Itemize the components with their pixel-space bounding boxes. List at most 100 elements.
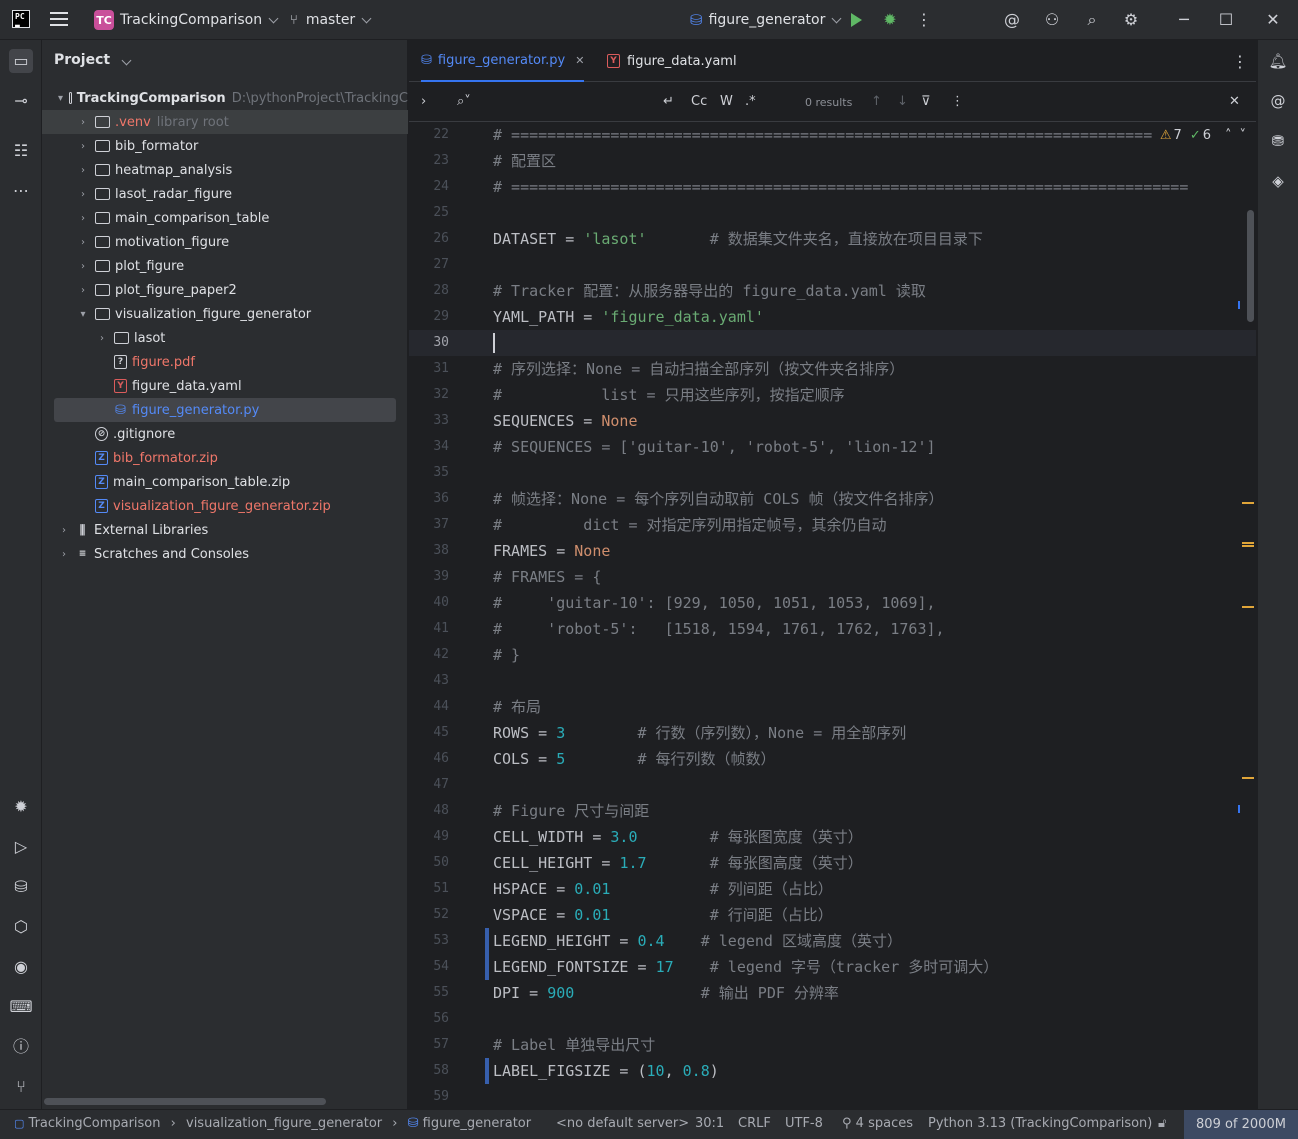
- tree-item[interactable]: ⛁ figure_generator.py: [54, 398, 396, 422]
- code-line[interactable]: HSPACE = 0.01 # 列间距（占比）: [493, 876, 1253, 902]
- code-line[interactable]: LEGEND_HEIGHT = 0.4 # legend 区域高度（英寸）: [493, 928, 1253, 954]
- code-line[interactable]: # 布局: [493, 694, 1253, 720]
- tree-item[interactable]: › bib_formator: [42, 134, 408, 158]
- breadcrumb-item[interactable]: figure_generator: [423, 1116, 531, 1131]
- code-line[interactable]: [493, 460, 1253, 486]
- chevron-right-icon[interactable]: ›: [77, 189, 89, 200]
- line-separator[interactable]: CRLF: [738, 1116, 771, 1131]
- tab-figure-data-yaml[interactable]: Y figure_data.yaml: [607, 40, 737, 82]
- line-number[interactable]: 29: [409, 304, 449, 330]
- line-number[interactable]: 47: [409, 772, 449, 798]
- close-tab-icon[interactable]: ✕: [575, 54, 584, 67]
- line-number[interactable]: 23: [409, 148, 449, 174]
- regex-button[interactable]: .*: [745, 94, 756, 109]
- chevron-right-icon[interactable]: ›: [58, 549, 70, 560]
- tree-item[interactable]: › lasot: [42, 326, 408, 350]
- run-config-selector[interactable]: ⛁ figure_generator: [690, 0, 842, 40]
- python-console-button[interactable]: ⛁: [9, 875, 33, 899]
- chevron-right-icon[interactable]: ›: [77, 261, 89, 272]
- code-line[interactable]: # 序列选择：None = 自动扫描全部序列（按文件夹名排序）: [493, 356, 1253, 382]
- line-number[interactable]: 32: [409, 382, 449, 408]
- new-line-button[interactable]: ↵: [663, 94, 674, 109]
- code-line[interactable]: # Label 单独导出尺寸: [493, 1032, 1253, 1058]
- change-marker[interactable]: [1238, 301, 1240, 309]
- tree-item[interactable]: › lasot_radar_figure: [42, 182, 408, 206]
- change-marker[interactable]: [1238, 805, 1240, 813]
- previous-occurrence-button[interactable]: ↑: [871, 94, 882, 109]
- ai-assistant-button[interactable]: @: [1002, 10, 1022, 30]
- server-selector[interactable]: <no default server>: [556, 1116, 689, 1131]
- caret-position[interactable]: 30:1: [695, 1116, 724, 1131]
- vertical-scrollbar[interactable]: [1247, 210, 1254, 322]
- more-actions-button[interactable]: ⋮: [914, 10, 934, 30]
- maximize-button[interactable]: ☐: [1216, 10, 1236, 30]
- line-number[interactable]: 50: [409, 850, 449, 876]
- line-number[interactable]: 51: [409, 876, 449, 902]
- tree-item[interactable]: ⊘ .gitignore: [42, 422, 408, 446]
- warning-marker[interactable]: [1242, 545, 1254, 547]
- chevron-right-icon[interactable]: ›: [77, 141, 89, 152]
- vcs-change-marker[interactable]: [485, 954, 489, 980]
- code-line[interactable]: [493, 668, 1253, 694]
- warning-marker[interactable]: [1242, 542, 1254, 544]
- tree-item[interactable]: › heatmap_analysis: [42, 158, 408, 182]
- debug-button[interactable]: ✹: [880, 10, 900, 30]
- chevron-right-icon[interactable]: ›: [96, 333, 108, 344]
- line-number[interactable]: 56: [409, 1006, 449, 1032]
- close-window-button[interactable]: ✕: [1263, 10, 1283, 30]
- code-line[interactable]: # 'guitar-10': [929, 1050, 1051, 1053, 1…: [493, 590, 1253, 616]
- code-line[interactable]: [493, 772, 1253, 798]
- code-line[interactable]: [493, 330, 1253, 356]
- line-number[interactable]: 25: [409, 200, 449, 226]
- next-occurrence-button[interactable]: ↓: [897, 94, 908, 109]
- chevron-down-icon[interactable]: ▾: [58, 93, 63, 104]
- breadcrumb-item[interactable]: TrackingComparison: [29, 1116, 161, 1131]
- code-line[interactable]: # dict = 对指定序列用指定帧号，其余仍自动: [493, 512, 1253, 538]
- terminal-tool-button[interactable]: ⌨: [9, 995, 33, 1019]
- expand-replace-button[interactable]: ›: [421, 94, 426, 109]
- code-line[interactable]: CELL_WIDTH = 3.0 # 每张图宽度（英寸）: [493, 824, 1253, 850]
- code-line[interactable]: [493, 200, 1253, 226]
- find-input[interactable]: ⌕˅: [457, 94, 471, 109]
- warning-marker[interactable]: [1242, 502, 1254, 504]
- line-number[interactable]: 42: [409, 642, 449, 668]
- search-everywhere-button[interactable]: ⌕: [1082, 10, 1102, 30]
- line-number[interactable]: 22: [409, 122, 449, 148]
- code-line[interactable]: # ======================================…: [493, 174, 1253, 200]
- chevron-right-icon[interactable]: ›: [77, 213, 89, 224]
- plugin-button[interactable]: ◈: [1267, 170, 1289, 192]
- chevron-right-icon[interactable]: ›: [77, 165, 89, 176]
- warning-marker[interactable]: [1242, 777, 1254, 779]
- code-line[interactable]: [493, 1006, 1253, 1032]
- breadcrumb-item[interactable]: visualization_figure_generator: [186, 1116, 382, 1131]
- debug-tool-button[interactable]: ✹: [9, 795, 33, 819]
- line-number[interactable]: 48: [409, 798, 449, 824]
- line-number[interactable]: 49: [409, 824, 449, 850]
- warning-marker[interactable]: [1242, 606, 1254, 608]
- line-number[interactable]: 40: [409, 590, 449, 616]
- problems-tool-button[interactable]: ⓘ: [9, 1035, 33, 1059]
- tab-figure-generator[interactable]: ⛁ figure_generator.py ✕: [421, 40, 585, 82]
- code-line[interactable]: # SEQUENCES = ['guitar-10', 'robot-5', '…: [493, 434, 1253, 460]
- code-line[interactable]: # }: [493, 642, 1253, 668]
- code-line[interactable]: # Tracker 配置：从服务器导出的 figure_data.yaml 读取: [493, 278, 1253, 304]
- match-case-button[interactable]: Cc: [691, 94, 707, 109]
- file-encoding[interactable]: UTF-8: [785, 1116, 823, 1131]
- line-number[interactable]: 33: [409, 408, 449, 434]
- tree-item[interactable]: › .venv library root: [42, 110, 408, 134]
- code-line[interactable]: # 'robot-5': [1518, 1594, 1761, 1762, 17…: [493, 616, 1253, 642]
- line-number[interactable]: 30: [409, 330, 449, 356]
- indent-selector[interactable]: ⚲ 4 spaces: [842, 1116, 913, 1131]
- code-line[interactable]: # list = 只用这些序列，按指定顺序: [493, 382, 1253, 408]
- whole-words-button[interactable]: W: [720, 94, 733, 109]
- code-line[interactable]: DATASET = 'lasot' # 数据集文件夹名，直接放在项目目录下: [493, 226, 1253, 252]
- vcs-change-marker[interactable]: [485, 1058, 489, 1084]
- tab-options-button[interactable]: ⋮: [1232, 52, 1248, 71]
- code-line[interactable]: # ======================================…: [493, 122, 1253, 148]
- code-line[interactable]: [493, 1084, 1253, 1110]
- code-line[interactable]: [493, 252, 1253, 278]
- tree-item[interactable]: › plot_figure_paper2: [42, 278, 408, 302]
- line-number[interactable]: 35: [409, 460, 449, 486]
- tree-item[interactable]: Zbib_formator.zip: [42, 446, 408, 470]
- find-options-button[interactable]: ⋮: [951, 94, 964, 109]
